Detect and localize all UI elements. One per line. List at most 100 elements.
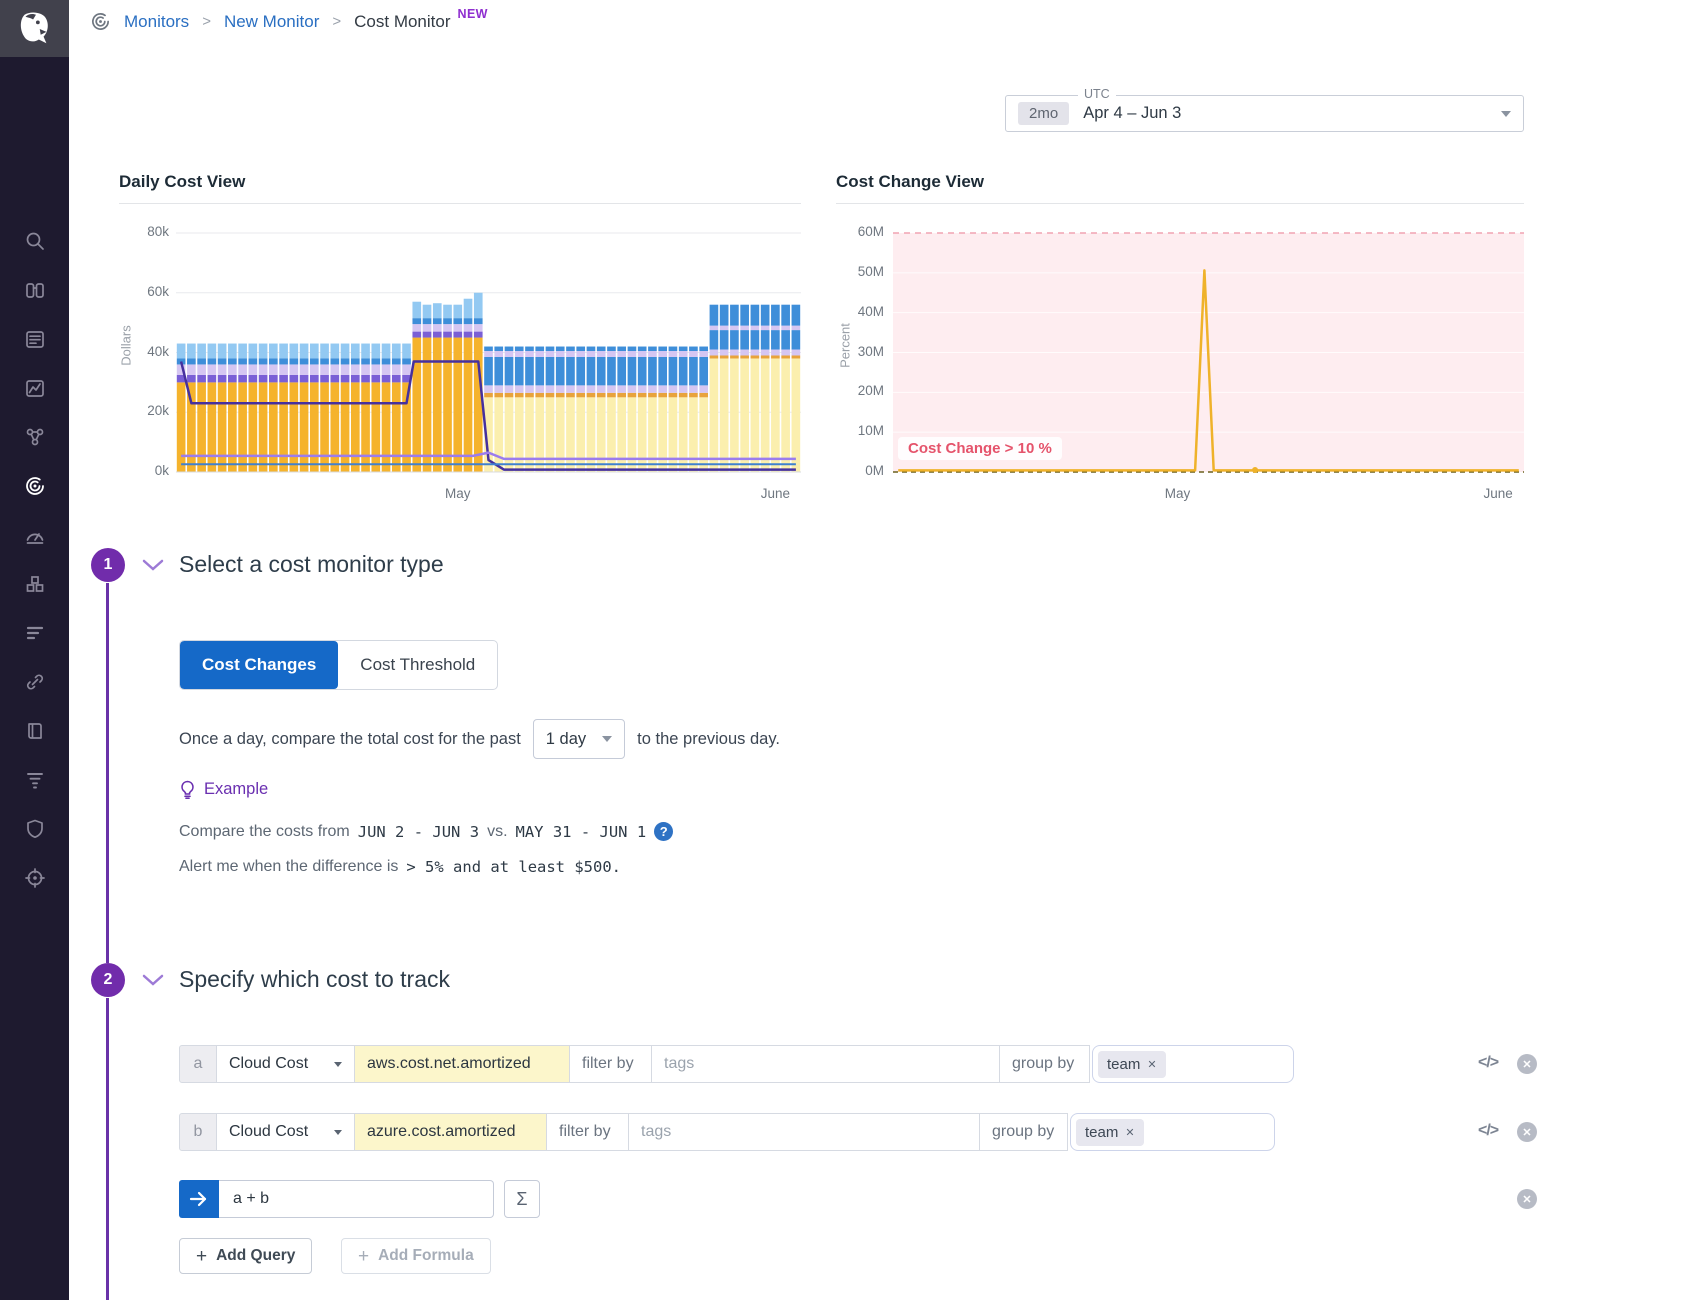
section-2-title: Specify which cost to track	[179, 966, 450, 993]
shield-icon	[24, 818, 46, 840]
timezone-label: UTC	[1078, 87, 1116, 101]
formula-expression-input[interactable]: a + b	[219, 1180, 494, 1218]
add-formula-label: Add Formula	[378, 1247, 474, 1265]
sidebar-item-notebooks[interactable]	[0, 706, 69, 755]
remove-query-icon[interactable]: ✕	[1517, 1122, 1537, 1142]
filter-tags-input[interactable]: tags	[629, 1113, 980, 1151]
alert-pre: Alert me when the difference is	[179, 858, 398, 876]
sidebar-item-watchdog[interactable]	[0, 265, 69, 314]
chevron-down-icon[interactable]	[142, 974, 164, 987]
sidebar-item-integrations[interactable]	[0, 559, 69, 608]
sidebar-item-service-map[interactable]	[0, 657, 69, 706]
comparison-sentence: Once a day, compare the total cost for t…	[179, 719, 780, 759]
sentence-post: to the previous day.	[637, 730, 780, 749]
metric-field[interactable]: azure.cost.amortized	[355, 1113, 547, 1151]
datadog-logo[interactable]	[0, 0, 69, 57]
alert-condition: > 5% and at least $500.	[406, 858, 621, 876]
group-by-label: group by	[980, 1113, 1068, 1151]
group-by-label: group by	[1000, 1045, 1090, 1083]
binoculars-icon	[24, 279, 46, 301]
compare-mid: vs.	[487, 823, 507, 841]
example-toggle[interactable]: Example	[179, 780, 268, 799]
sigma-function-button[interactable]: Σ	[504, 1180, 540, 1218]
lightbulb-icon	[179, 780, 196, 799]
funnel-lines-icon	[24, 769, 46, 791]
chevron-down-icon	[334, 1130, 342, 1135]
search-icon	[24, 230, 46, 252]
help-icon[interactable]: ?	[654, 822, 673, 841]
remove-query-icon[interactable]: ✕	[1517, 1054, 1537, 1074]
query-row-b: b Cloud Cost azure.cost.amortized filter…	[179, 1113, 1275, 1151]
new-badge: NEW	[458, 7, 488, 21]
add-query-button[interactable]: + Add Query	[179, 1238, 312, 1274]
remove-tag-icon[interactable]: ✕	[1147, 1058, 1156, 1071]
source-dropdown[interactable]: Cloud Cost	[217, 1045, 355, 1083]
group-by-input[interactable]: team ✕	[1092, 1045, 1294, 1083]
chevron-down-icon[interactable]	[1501, 111, 1511, 117]
source-dropdown[interactable]: Cloud Cost	[217, 1113, 355, 1151]
group-tag-pill[interactable]: team ✕	[1098, 1051, 1166, 1078]
chevron-down-icon[interactable]	[142, 559, 164, 572]
sidebar-item-events[interactable]	[0, 314, 69, 363]
example-label: Example	[204, 780, 268, 799]
group-tag-pill[interactable]: team ✕	[1076, 1119, 1144, 1146]
sidebar-item-logs[interactable]	[0, 755, 69, 804]
group-by-input[interactable]: team ✕	[1070, 1113, 1275, 1151]
blocks-icon	[24, 573, 46, 595]
period-select-value: 1 day	[546, 730, 586, 749]
cost-monitor-page: Monitors > New Monitor > Cost Monitor NE…	[0, 0, 1707, 1300]
sidebar-nav	[0, 216, 69, 902]
divider	[836, 203, 1524, 204]
sidebar-item-host-map[interactable]	[0, 412, 69, 461]
sidebar-item-search[interactable]	[0, 216, 69, 265]
cost-change-view-title: Cost Change View	[836, 172, 984, 192]
plus-icon: +	[358, 1247, 369, 1266]
monitor-radar-icon	[90, 11, 111, 32]
filter-by-label: filter by	[570, 1045, 652, 1083]
sidebar-item-apm[interactable]	[0, 510, 69, 559]
filter-tags-input[interactable]: tags	[652, 1045, 1000, 1083]
book-icon	[24, 720, 46, 742]
breadcrumb-monitors-link[interactable]: Monitors	[124, 12, 189, 32]
period-select[interactable]: 1 day	[533, 719, 625, 759]
sidebar-item-synthetics[interactable]	[0, 853, 69, 902]
query-row-a: a Cloud Cost aws.cost.net.amortized filt…	[179, 1045, 1294, 1083]
sidebar-item-dashboards[interactable]	[0, 363, 69, 412]
add-formula-button[interactable]: + Add Formula	[341, 1238, 491, 1274]
tab-cost-changes[interactable]: Cost Changes	[180, 641, 338, 689]
group-tag-value: team	[1107, 1056, 1140, 1073]
daily-cost-chart	[176, 210, 801, 478]
source-value: Cloud Cost	[229, 1123, 308, 1141]
sidebar-item-security[interactable]	[0, 804, 69, 853]
code-view-icon[interactable]: </>	[1478, 1054, 1498, 1072]
monitors-radar-icon	[24, 475, 46, 497]
arrow-right-icon	[189, 1191, 209, 1207]
y-tick-label: 0M	[838, 463, 884, 478]
y-tick-label: 60M	[838, 224, 884, 239]
sidebar-item-metrics[interactable]	[0, 608, 69, 657]
time-preset-pill[interactable]: 2mo	[1018, 102, 1069, 125]
compare-pre: Compare the costs from	[179, 823, 350, 841]
breadcrumb-separator: >	[332, 13, 341, 30]
group-tag-value: team	[1085, 1124, 1118, 1141]
datadog-dog-icon	[16, 10, 54, 48]
tab-cost-threshold[interactable]: Cost Threshold	[338, 641, 497, 689]
monitor-type-tabs: Cost Changes Cost Threshold	[179, 640, 498, 690]
daily-cost-view-title: Daily Cost View	[119, 172, 245, 192]
metric-field[interactable]: aws.cost.net.amortized	[355, 1045, 570, 1083]
code-view-icon[interactable]: </>	[1478, 1122, 1498, 1140]
time-range-picker[interactable]: UTC 2mo Apr 4 – Jun 3	[1005, 95, 1524, 132]
remove-tag-icon[interactable]: ✕	[1125, 1126, 1134, 1139]
remove-formula-icon[interactable]: ✕	[1517, 1189, 1537, 1209]
chart-icon	[24, 377, 46, 399]
breadcrumb: Monitors > New Monitor > Cost Monitor NE…	[90, 11, 494, 32]
sidebar-item-monitors[interactable]	[0, 461, 69, 510]
chevron-down-icon	[602, 736, 612, 742]
x-tick-label: June	[761, 486, 790, 501]
alert-example-line: Alert me when the difference is > 5% and…	[179, 858, 621, 876]
y-tick-label: 80k	[123, 224, 169, 239]
section-1-title: Select a cost monitor type	[179, 551, 444, 578]
breadcrumb-new-monitor-link[interactable]: New Monitor	[224, 12, 319, 32]
divider	[119, 203, 801, 204]
x-tick-label: May	[1165, 486, 1191, 501]
